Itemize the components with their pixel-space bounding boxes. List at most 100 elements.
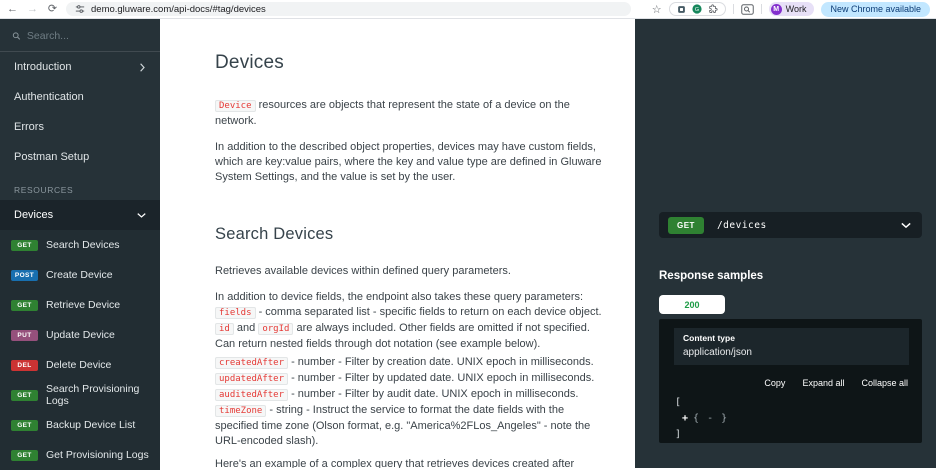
section-description: Retrieves available devices within defin… (215, 265, 511, 277)
inline-code-fields: fields (215, 307, 256, 319)
json-open-bracket: [ (675, 397, 682, 408)
inline-code-createdafter: createdAfter (215, 357, 289, 369)
op-label: Get Provisioning Logs (46, 449, 149, 461)
sidebar-item-label: Authentication (14, 91, 84, 103)
sidebar-op-create-device[interactable]: POST Create Device (0, 260, 160, 290)
param-updatedafter: updatedAfter - number - Filter by update… (215, 371, 609, 387)
method-badge-get: GET (11, 239, 38, 251)
sidebar-item-devices[interactable]: Devices (0, 200, 160, 230)
sidebar-op-update-device[interactable]: PUT Update Device (0, 320, 160, 350)
sidebar-op-get-provisioning-logs[interactable]: GET Get Provisioning Logs (0, 440, 160, 470)
param-fields: fields - comma separated list - specific… (215, 305, 609, 352)
extensions-group: G (668, 2, 726, 16)
param-text: - comma separated list - specific fields… (255, 306, 602, 318)
search-icon (12, 32, 21, 40)
method-badge-get: GET (11, 389, 38, 401)
inline-code-id: id (215, 323, 234, 335)
sidebar-item-label: Devices (14, 209, 54, 221)
sidebar-op-delete-device[interactable]: DEL Delete Device (0, 350, 160, 380)
op-label: Search Provisioning Logs (46, 383, 140, 407)
extensions-puzzle-icon[interactable] (708, 4, 718, 14)
intro-text: resources are objects that represent the… (215, 99, 570, 127)
svg-text:G: G (695, 7, 699, 13)
grammarly-icon[interactable]: G (692, 4, 702, 14)
profile-chip[interactable]: M Work (768, 2, 815, 16)
json-sample: [ + { - } ] (675, 395, 922, 443)
op-label: Delete Device (46, 359, 112, 371)
sample-panel: GET /devices Response samples 200 Conten… (635, 19, 936, 468)
inline-code-auditedafter: auditedAfter (215, 389, 289, 401)
section-title: Search Devices (215, 225, 334, 243)
collapse-all-button[interactable]: Collapse all (861, 378, 908, 388)
bookmark-star-icon[interactable]: ☆ (652, 3, 662, 16)
toolbar-divider (732, 4, 734, 14)
content-type-value: application/json (683, 347, 752, 358)
json-collapsed-row: + { - } (675, 411, 922, 427)
copy-button[interactable]: Copy (764, 378, 785, 388)
sidebar-item-postman-setup[interactable]: Postman Setup (0, 142, 160, 172)
doc-content: Devices Device resources are objects tha… (160, 19, 635, 468)
param-text: and (233, 322, 259, 334)
method-badge-get: GET (11, 299, 38, 311)
devices-submenu: GET Search Devices POST Create Device GE… (0, 230, 160, 470)
forward-icon[interactable]: → (26, 3, 39, 15)
sidebar-op-retrieve-device[interactable]: GET Retrieve Device (0, 290, 160, 320)
url-text: demo.gluware.com/api-docs/#tag/devices (91, 3, 266, 15)
op-label: Create Device (46, 269, 113, 281)
inline-code-updatedafter: updatedAfter (215, 373, 289, 385)
endpoint-path: /devices (716, 219, 767, 231)
site-info-icon[interactable] (75, 4, 85, 14)
chevron-down-icon[interactable] (901, 222, 911, 229)
toolbar-divider (760, 4, 762, 14)
method-badge-post: POST (11, 269, 38, 281)
chevron-down-icon (137, 212, 146, 219)
method-badge-put: PUT (11, 329, 38, 341)
content-type-dropdown[interactable]: Content type application/json (674, 328, 909, 365)
endpoint-bar[interactable]: GET /devices (659, 212, 922, 238)
resources-section-label: RESOURCES (14, 185, 74, 195)
url-bar[interactable]: demo.gluware.com/api-docs/#tag/devices (66, 2, 631, 16)
param-timezone: timeZone - string - Instruct the service… (215, 403, 609, 449)
expand-node-toggle[interactable]: + (682, 413, 688, 424)
param-text: - number - Filter by creation date. UNIX… (288, 356, 594, 368)
reload-icon[interactable]: ⟳ (46, 3, 59, 15)
sidebar-item-errors[interactable]: Errors (0, 112, 160, 142)
back-icon[interactable]: ← (6, 3, 19, 15)
docs-sidebar: Introduction Authentication Errors Postm… (0, 19, 160, 470)
sidebar-op-search-devices[interactable]: GET Search Devices (0, 230, 160, 260)
method-badge-get: GET (11, 419, 38, 431)
sidebar-op-backup-device-list[interactable]: GET Backup Device List (0, 410, 160, 440)
expand-all-button[interactable]: Expand all (802, 378, 844, 388)
sidebar-item-introduction[interactable]: Introduction (0, 52, 160, 82)
chrome-update-button[interactable]: New Chrome available (821, 1, 930, 17)
method-badge-del: DEL (11, 359, 38, 371)
sidebar-item-label: Introduction (14, 61, 72, 73)
response-sample-panel: Content type application/json Copy Expan… (659, 319, 922, 443)
intro-paragraph: Device resources are objects that repres… (215, 98, 609, 129)
json-collapsed-object[interactable]: { - } (693, 413, 728, 424)
example-intro: Here's an example of a complex query tha… (215, 458, 575, 468)
chevron-right-icon (139, 62, 146, 72)
sidebar-item-label: Postman Setup (14, 151, 90, 163)
search-input[interactable] (26, 30, 148, 42)
pinned-extension-icon[interactable] (677, 5, 686, 14)
content-type-label: Content type (683, 333, 735, 343)
status-tab-200[interactable]: 200 (659, 295, 725, 314)
query-params-intro: In addition to device fields, the endpoi… (215, 291, 584, 303)
sidebar-item-label: Errors (14, 121, 44, 133)
page-title: Devices (215, 52, 284, 73)
method-badge-get: GET (11, 449, 38, 461)
inline-code-timezone: timeZone (215, 405, 267, 417)
profile-name: Work (785, 4, 807, 14)
op-label: Retrieve Device (46, 299, 121, 311)
sidebar-op-search-provisioning-logs[interactable]: GET Search Provisioning Logs (0, 380, 160, 410)
sidebar-item-authentication[interactable]: Authentication (0, 82, 160, 112)
response-samples-title: Response samples (659, 270, 764, 282)
custom-fields-paragraph: In addition to the described object prop… (215, 141, 602, 183)
param-createdafter: createdAfter - number - Filter by creati… (215, 355, 609, 371)
sidebar-search[interactable] (0, 19, 160, 52)
avatar: M (770, 3, 782, 15)
json-close-bracket: ] (675, 429, 682, 440)
endpoint-method-badge: GET (668, 216, 704, 234)
side-panel-search-icon[interactable] (740, 3, 754, 15)
